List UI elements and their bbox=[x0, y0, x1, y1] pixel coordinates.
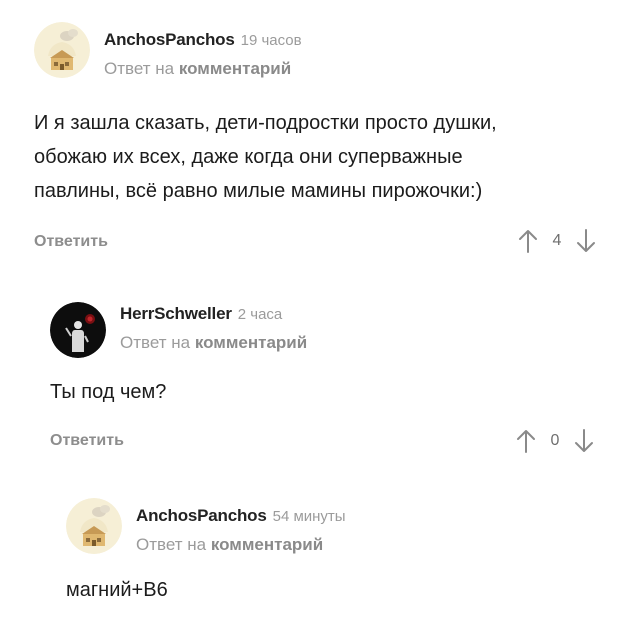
avatar[interactable] bbox=[34, 22, 90, 78]
comment-time: 2 часа bbox=[237, 306, 283, 323]
avatar[interactable] bbox=[50, 302, 106, 358]
comment-author[interactable]: HerrSchweller 2 часа bbox=[120, 304, 282, 324]
downvote-arrow-icon[interactable] bbox=[574, 428, 594, 454]
comment-time: 19 часов bbox=[240, 32, 302, 49]
vote-controls: 4 bbox=[518, 226, 596, 256]
comment-body: И я зашла сказать, дети-подростки просто… bbox=[34, 106, 497, 208]
author-name[interactable]: AnchosPanchos bbox=[104, 30, 235, 49]
comment-body-line: магний+B6 bbox=[66, 579, 168, 601]
comment-author[interactable]: AnchosPanchos 54 минуты bbox=[136, 506, 346, 526]
comment: AnchosPanchos 19 часов Ответ на комментар… bbox=[0, 0, 640, 270]
downvote-arrow-icon[interactable] bbox=[576, 228, 596, 254]
comment-body-line: обожаю их всех, даже когда они суперважн… bbox=[34, 146, 463, 168]
upvote-arrow-icon[interactable] bbox=[516, 428, 536, 454]
reply-to-line: Ответ на комментарий bbox=[104, 59, 291, 79]
reply-to-comment-link[interactable]: комментарий bbox=[211, 535, 323, 554]
reply-to-comment-link[interactable]: комментарий bbox=[179, 59, 291, 78]
comment-body-line: Ты под чем? bbox=[50, 381, 167, 403]
comment-body-line: И я зашла сказать, дети-подростки просто… bbox=[34, 112, 497, 134]
reply-to-prefix: Ответ на bbox=[136, 535, 207, 554]
reply-to-prefix: Ответ на bbox=[120, 333, 191, 352]
comment-body: магний+B6 bbox=[66, 573, 168, 607]
reply-to-prefix: Ответ на bbox=[104, 59, 175, 78]
vote-controls: 0 bbox=[516, 426, 594, 456]
comment-body: Ты под чем? bbox=[50, 375, 166, 409]
vote-count: 4 bbox=[552, 232, 562, 249]
comment-author[interactable]: AnchosPanchos 19 часов bbox=[104, 30, 302, 50]
comment: HerrSchweller 2 часа Ответ на комментарий… bbox=[0, 270, 640, 470]
dark-figure-avatar-icon bbox=[50, 302, 106, 358]
comment: AnchosPanchos 54 минуты Ответ на коммента… bbox=[0, 470, 640, 631]
cottage-avatar-icon bbox=[66, 498, 122, 554]
author-name[interactable]: AnchosPanchos bbox=[136, 506, 267, 525]
avatar[interactable] bbox=[66, 498, 122, 554]
comment-time: 54 минуты bbox=[272, 508, 346, 525]
comment-body-line: павлины, всё равно милые мамины пирожочк… bbox=[34, 180, 483, 202]
cottage-avatar-icon bbox=[34, 22, 90, 78]
author-name[interactable]: HerrSchweller bbox=[120, 304, 232, 323]
reply-to-comment-link[interactable]: комментарий bbox=[195, 333, 307, 352]
vote-count: 0 bbox=[550, 432, 560, 449]
reply-to-line: Ответ на комментарий bbox=[136, 535, 323, 555]
reply-button[interactable]: Ответить bbox=[50, 432, 124, 450]
reply-to-line: Ответ на комментарий bbox=[120, 333, 307, 353]
upvote-arrow-icon[interactable] bbox=[518, 228, 538, 254]
reply-button[interactable]: Ответить bbox=[34, 233, 108, 251]
